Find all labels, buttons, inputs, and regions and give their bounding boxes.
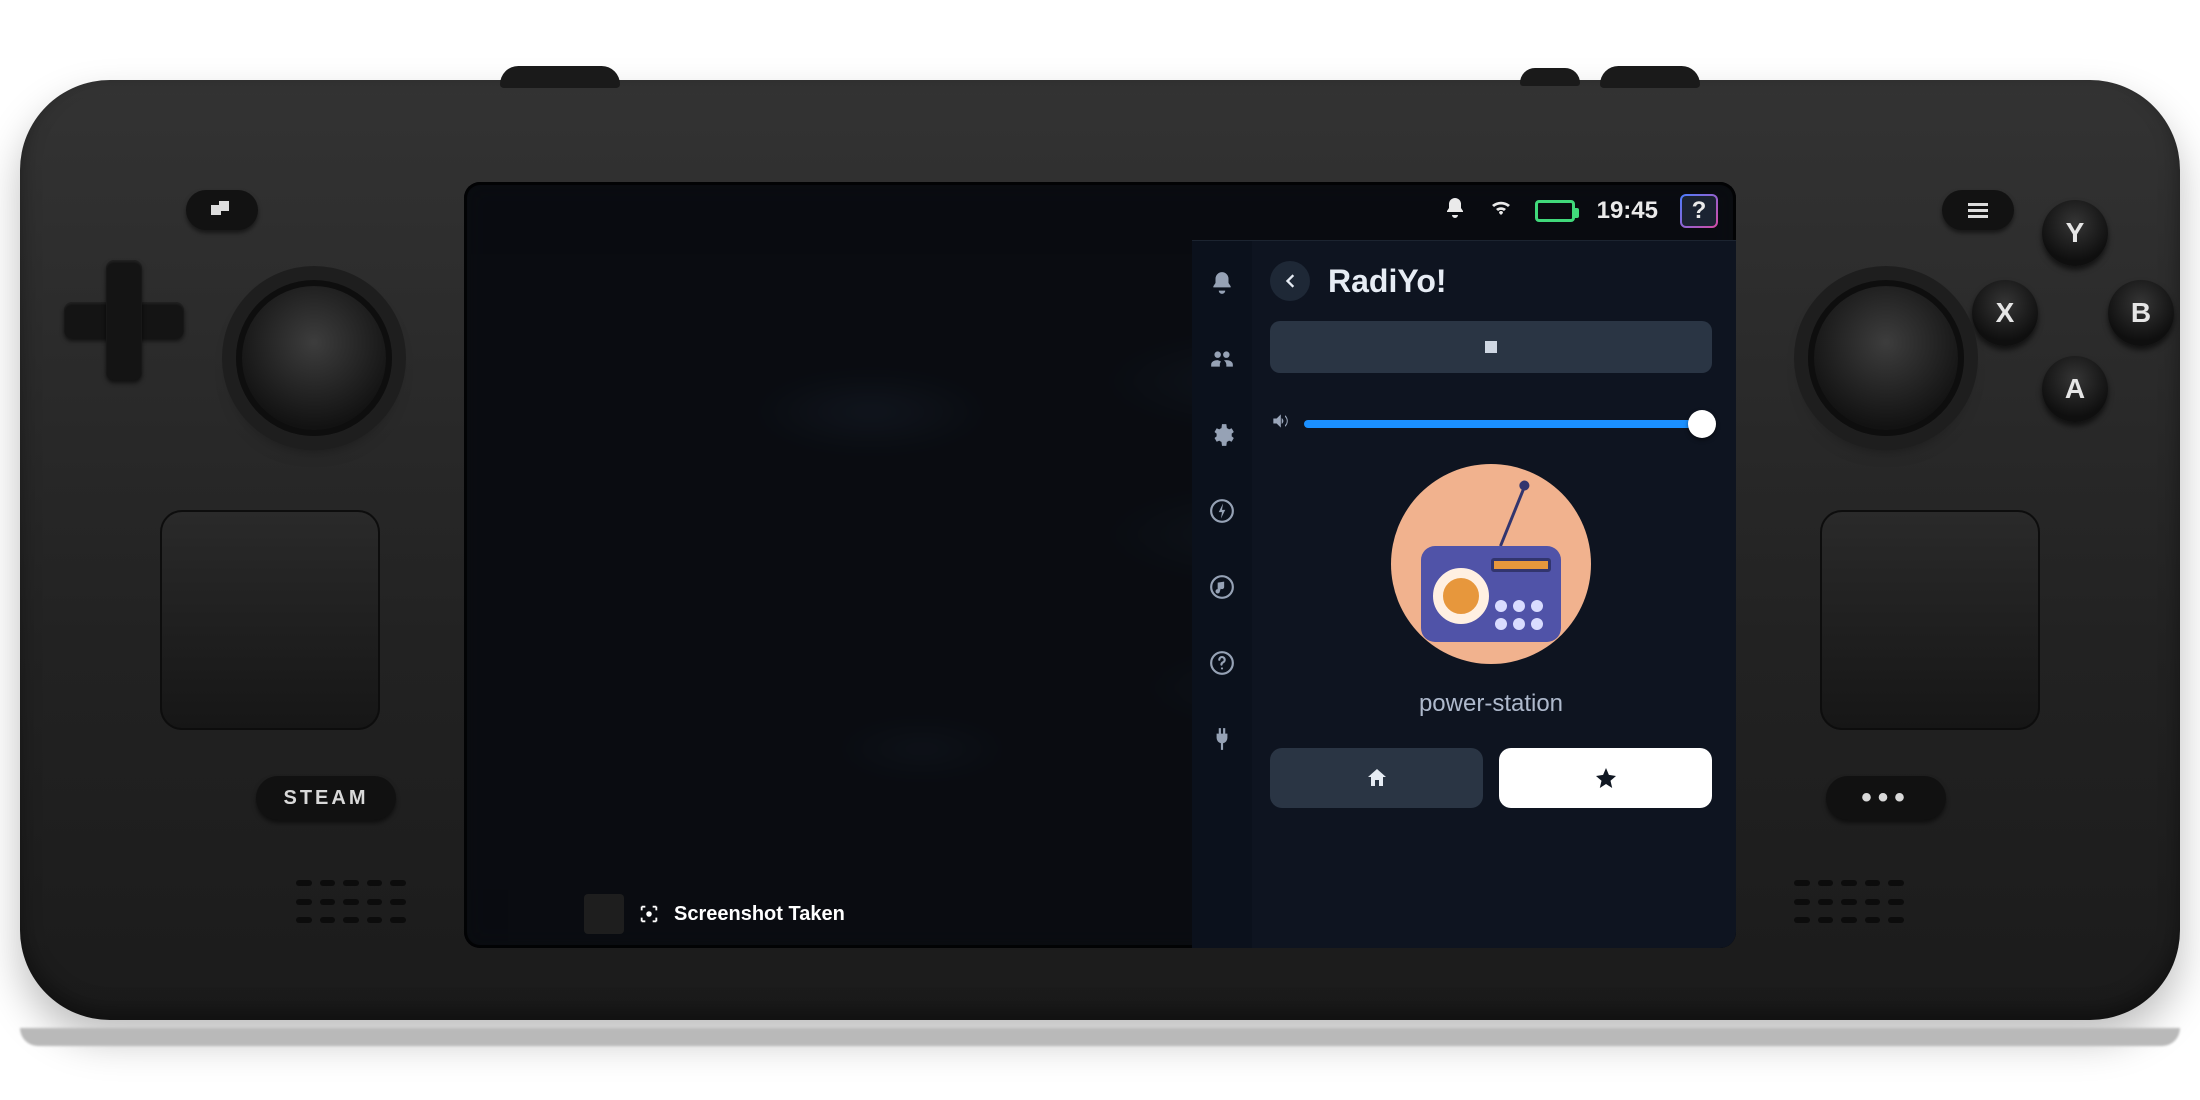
battery-icon (1535, 200, 1575, 222)
qa-tab-music[interactable] (1208, 573, 1236, 601)
quick-access-panel: RadiYo! (1192, 240, 1736, 948)
dpad[interactable] (64, 260, 184, 380)
y-button[interactable]: Y (2042, 200, 2108, 266)
qa-content: RadiYo! (1252, 241, 1736, 948)
qa-tab-friends[interactable] (1208, 345, 1236, 373)
qa-tab-performance[interactable] (1208, 497, 1236, 525)
toast-text: Screenshot Taken (674, 903, 845, 926)
qa-tab-notifications[interactable] (1208, 269, 1236, 297)
volume-icon (1270, 411, 1290, 436)
speaker-left (296, 880, 406, 930)
toast-thumbnail (584, 894, 624, 934)
status-bar: 19:45 ? (464, 182, 1736, 240)
help-button[interactable]: ? (1680, 194, 1718, 228)
a-button[interactable]: A (2042, 356, 2108, 422)
tab-favorites[interactable] (1499, 748, 1712, 808)
quick-access-button[interactable]: ••• (1826, 776, 1946, 820)
steam-deck-shell: STEAM Y X B A ••• 19:45 ? (20, 80, 2180, 1020)
qa-tab-help[interactable] (1208, 649, 1236, 677)
star-icon (1594, 766, 1618, 790)
right-trackpad[interactable] (1820, 510, 2040, 730)
shoulder-right-2 (1520, 68, 1580, 86)
qa-tab-plugins[interactable] (1208, 725, 1236, 753)
right-stick[interactable] (1808, 280, 1964, 436)
slider-thumb[interactable] (1688, 410, 1716, 438)
screenshot-icon (638, 903, 660, 925)
x-button[interactable]: X (1972, 280, 2038, 346)
volume-slider[interactable] (1304, 420, 1712, 428)
home-icon (1365, 766, 1389, 790)
wifi-icon[interactable] (1489, 196, 1513, 227)
shoulder-left (500, 66, 620, 88)
bell-icon[interactable] (1443, 196, 1467, 227)
screen: 19:45 ? RadiYo! (464, 182, 1736, 948)
steam-button[interactable]: STEAM (256, 776, 396, 820)
b-button[interactable]: B (2108, 280, 2174, 346)
stop-button[interactable] (1270, 321, 1712, 373)
volume-row (1270, 411, 1712, 436)
clock: 19:45 (1597, 197, 1658, 225)
speaker-right (1794, 880, 1904, 930)
menu-button[interactable] (1942, 190, 2014, 230)
panel-title: RadiYo! (1328, 263, 1447, 300)
screenshot-toast: Screenshot Taken (584, 894, 845, 934)
shoulder-right (1600, 66, 1700, 88)
station-artwork (1391, 464, 1591, 664)
left-trackpad[interactable] (160, 510, 380, 730)
back-button[interactable] (1270, 261, 1310, 301)
qa-tab-settings[interactable] (1208, 421, 1236, 449)
station-name: power-station (1419, 690, 1563, 718)
stop-icon (1485, 341, 1497, 353)
view-button[interactable] (186, 190, 258, 230)
qa-sidebar (1192, 241, 1252, 948)
left-stick[interactable] (236, 280, 392, 436)
tab-home[interactable] (1270, 748, 1483, 808)
